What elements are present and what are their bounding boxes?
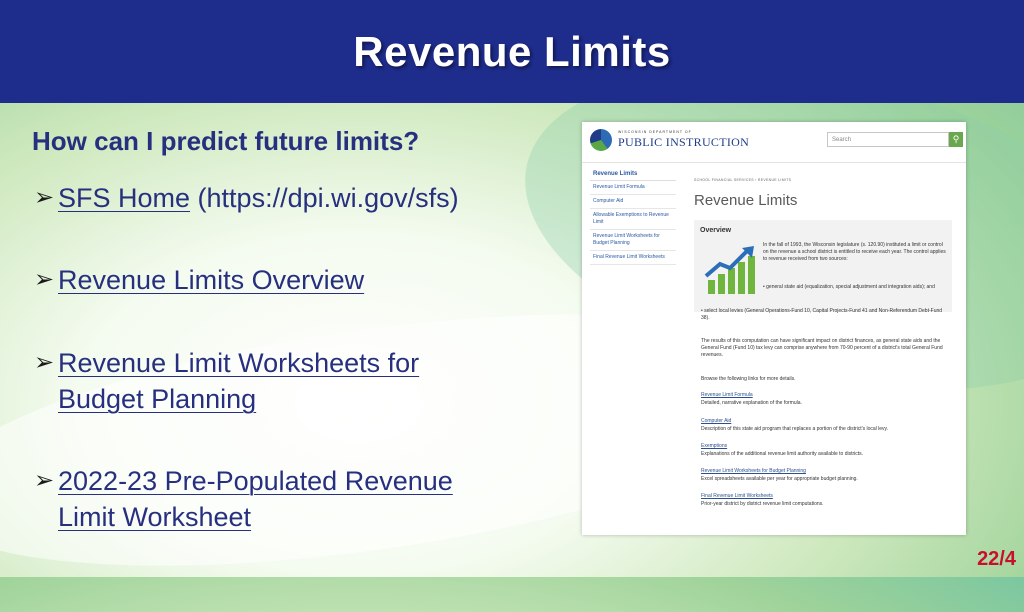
site-link: Revenue Limit Formula xyxy=(701,392,753,398)
sidebar-item: Revenue Limit Formula xyxy=(590,181,676,195)
site-link-desc: Description of this state aid program th… xyxy=(701,426,889,432)
site-link: Revenue Limit Worksheets for Budget Plan… xyxy=(701,468,806,474)
site-link-desc: Excel spreadsheets available per year fo… xyxy=(701,476,858,482)
site-search-input: Search xyxy=(827,132,949,147)
bullet-worksheets: ➢ Revenue Limit Worksheets for Budget Pl… xyxy=(34,345,484,417)
bullet-sfs-home: ➢ SFS Home (https://dpi.wi.gov/sfs) xyxy=(34,180,554,216)
arrow-bullet-icon: ➢ xyxy=(34,266,55,293)
site-header: WISCONSIN DEPARTMENT OF PUBLIC INSTRUCTI… xyxy=(582,122,966,158)
site-link: Computer Aid xyxy=(701,418,732,424)
levies-text: • select local levies (General Operation… xyxy=(701,308,943,321)
sidebar-item: Revenue Limit Worksheets for Budget Plan… xyxy=(590,230,676,251)
sidebar-item: Allowable Exemptions to Revenue Limit xyxy=(590,209,676,230)
sfs-home-link[interactable]: SFS Home xyxy=(58,183,190,213)
arrow-bullet-icon: ➢ xyxy=(34,184,55,211)
overview-paragraph: In the fall of 1993, the Wisconsin legis… xyxy=(763,242,946,262)
bullet-revenue-limits-overview: ➢ Revenue Limits Overview xyxy=(34,262,554,298)
slide-subtitle: How can I predict future limits? xyxy=(32,126,420,156)
logo-main-text: PUBLIC INSTRUCTION xyxy=(618,135,750,149)
slide-title: Revenue Limits xyxy=(353,27,671,75)
page-number: 22/4 xyxy=(977,548,1016,570)
sfs-home-url: (https://dpi.wi.gov/sfs) xyxy=(190,183,459,213)
site-link-desc: Prior-year district by district revenue … xyxy=(701,501,824,507)
arrow-bullet-icon: ➢ xyxy=(34,467,55,494)
site-page-title: Revenue Limits xyxy=(694,192,798,209)
site-link: Final Revenue Limit Worksheets xyxy=(701,493,773,499)
arrow-bullet-icon: ➢ xyxy=(34,349,55,376)
sidebar-heading: Revenue Limits xyxy=(590,168,676,181)
overview-bullet: • general state aid (equalization, speci… xyxy=(763,284,935,290)
sidebar-item: Computer Aid xyxy=(590,195,676,209)
search-icon: ⚲ xyxy=(949,132,963,147)
results-text: The results of this computation can have… xyxy=(701,338,943,358)
logo-department-text: WISCONSIN DEPARTMENT OF xyxy=(618,130,692,134)
site-link-desc: Detailed, narrative explanation of the f… xyxy=(701,400,802,406)
title-bar: Revenue Limits xyxy=(0,0,1024,103)
dpi-website-screenshot: WISCONSIN DEPARTMENT OF PUBLIC INSTRUCTI… xyxy=(582,122,966,535)
revenue-limits-overview-link[interactable]: Revenue Limits Overview xyxy=(58,265,364,295)
header-divider xyxy=(582,162,966,163)
browse-text: Browse the following links for more deta… xyxy=(701,376,796,382)
overview-box: Overview In the fall of 1993, the Wiscon… xyxy=(694,220,952,312)
pre-populated-worksheet-link[interactable]: 2022-23 Pre-Populated Revenue Limit Work… xyxy=(58,466,453,532)
bullet-pre-populated-worksheet: ➢ 2022-23 Pre-Populated Revenue Limit Wo… xyxy=(34,463,504,535)
growth-chart-icon xyxy=(704,246,755,294)
overview-title: Overview xyxy=(700,227,732,234)
worksheets-budget-planning-link[interactable]: Revenue Limit Worksheets for Budget Plan… xyxy=(58,348,419,414)
breadcrumb: SCHOOL FINANCIAL SERVICES › REVENUE LIMI… xyxy=(694,178,792,182)
site-link: Exemptions xyxy=(701,443,728,449)
sidebar-item: Final Revenue Limit Worksheets xyxy=(590,251,676,265)
dpi-logo-icon xyxy=(590,129,612,151)
site-link-desc: Explanations of the additional revenue l… xyxy=(701,451,864,457)
site-sidebar: Revenue Limits Revenue Limit Formula Com… xyxy=(590,168,676,265)
